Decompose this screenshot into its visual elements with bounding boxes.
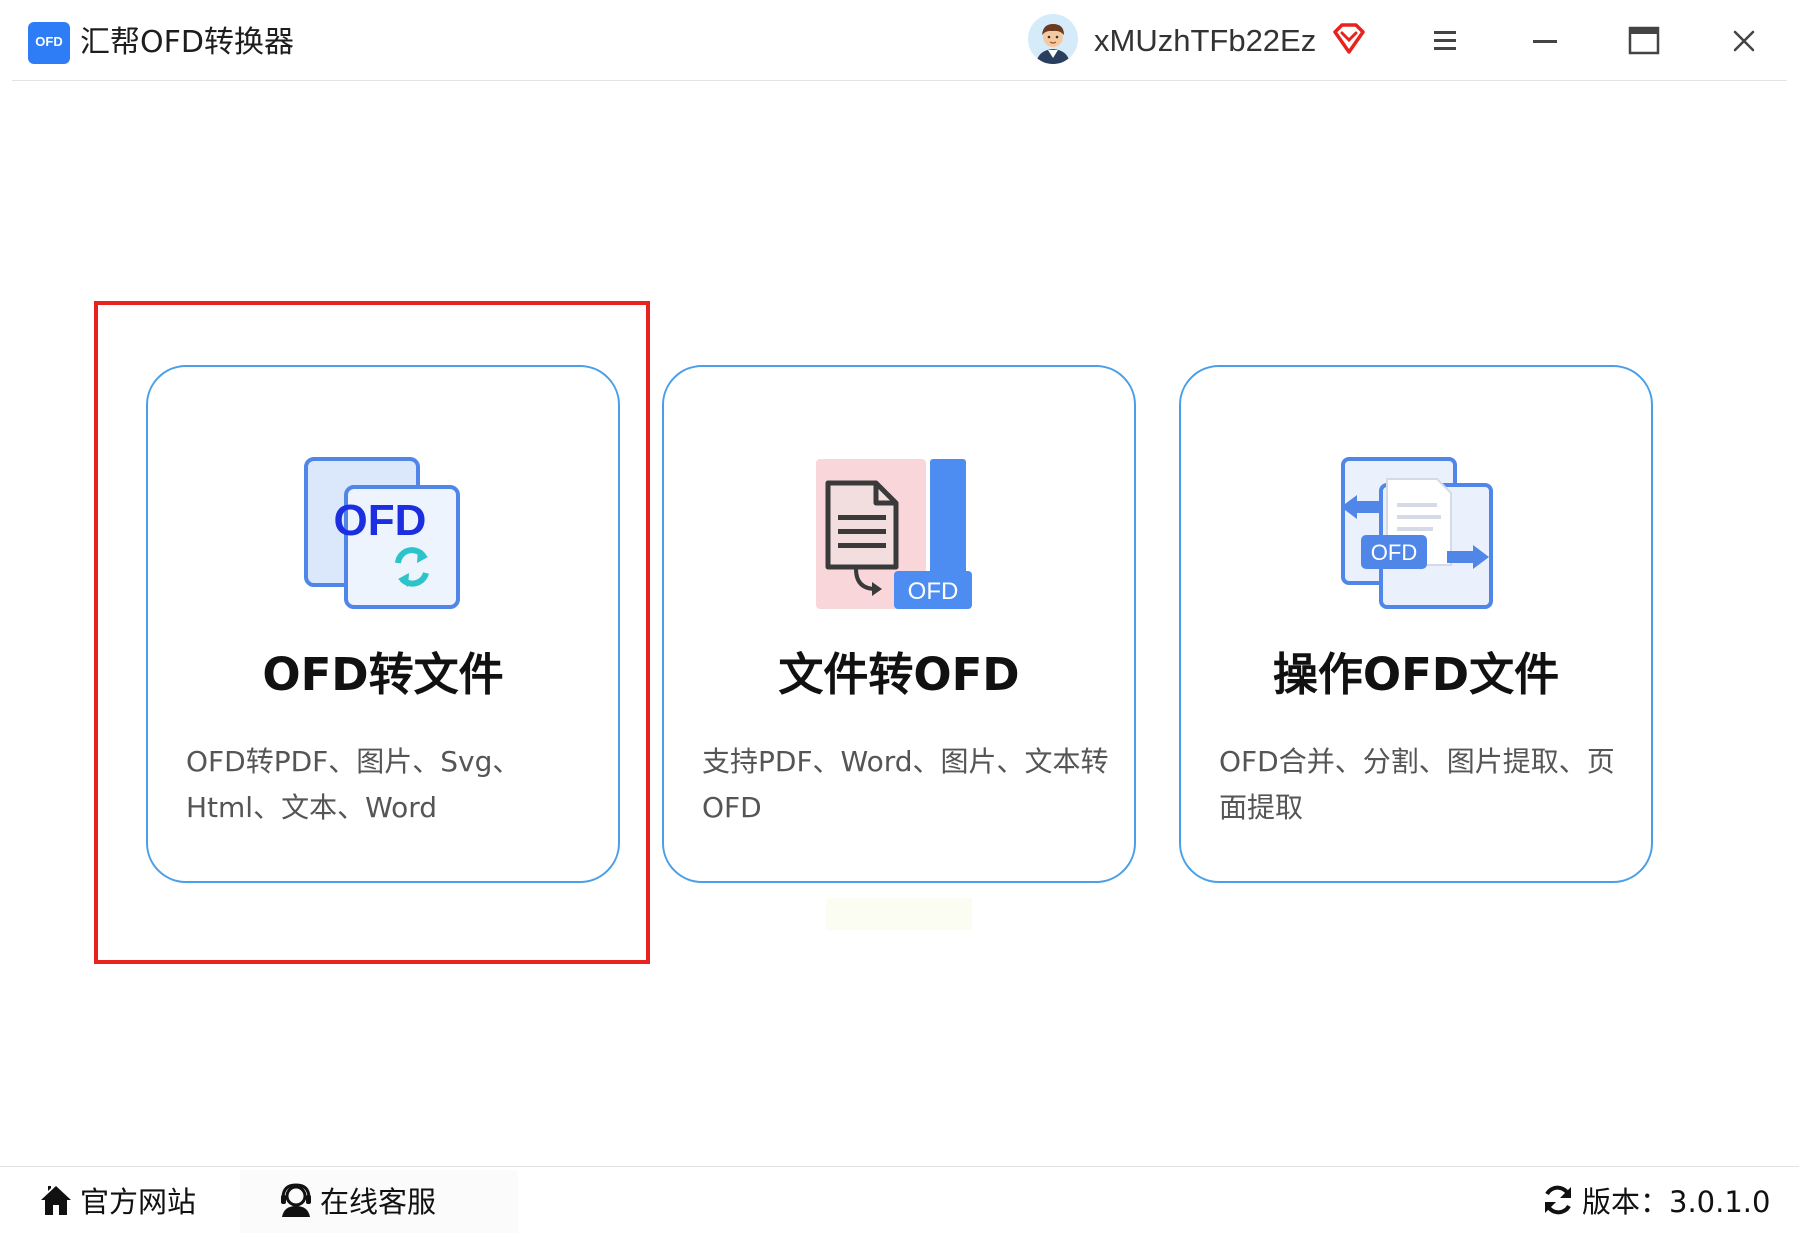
document-to-ofd-icon: OFD xyxy=(814,445,982,613)
minimize-button[interactable] xyxy=(1522,18,1568,64)
username[interactable]: xMUzhTFb22Ez xyxy=(1094,20,1316,62)
svg-text:OFD: OFD xyxy=(1371,540,1417,565)
maximize-icon xyxy=(1628,26,1660,55)
refresh-icon xyxy=(1545,1185,1571,1215)
version-info: 版本：3.0.1.0 xyxy=(1540,1176,1770,1228)
svg-text:OFD: OFD xyxy=(908,578,959,605)
customer-service-icon xyxy=(281,1183,311,1217)
online-service-link[interactable]: 在线客服 xyxy=(278,1176,436,1228)
faint-strip xyxy=(826,898,972,930)
card-ofd-to-file[interactable]: OFD OFD转文件 OFD转PDF、图片、Svg、Html、文本、Word xyxy=(146,365,620,883)
card-title: 文件转OFD xyxy=(778,648,1020,701)
card-description: OFD转PDF、图片、Svg、Html、文本、Word xyxy=(186,745,521,824)
user-avatar[interactable] xyxy=(1028,14,1078,64)
vip-diamond-icon[interactable] xyxy=(1330,20,1368,58)
card-title: 操作OFD文件 xyxy=(1272,648,1560,701)
app-title: 汇帮OFD转换器 xyxy=(80,25,294,60)
card-title: OFD转文件 xyxy=(262,648,504,701)
version-label: 版本：3.0.1.0 xyxy=(1582,1185,1771,1219)
online-service-label: 在线客服 xyxy=(320,1185,437,1219)
menu-button[interactable] xyxy=(1422,18,1468,64)
card-description: OFD合并、分割、图片提取、页面提取 xyxy=(1219,745,1615,824)
ofd-convert-icon: OFD xyxy=(298,445,466,613)
minimize-icon xyxy=(1533,40,1557,43)
svg-text:OFD: OFD xyxy=(334,496,427,545)
bottom-divider xyxy=(0,1166,1799,1167)
card-operate-ofd[interactable]: OFD 操作OFD文件 OFD合并、分割、图片提取、页面提取 xyxy=(1179,365,1653,883)
title-bar: OFD 汇帮OFD转换器 xMUzhTFb22Ez xyxy=(0,0,1799,81)
close-icon xyxy=(1733,30,1755,52)
title-divider xyxy=(12,80,1787,81)
official-website-link[interactable]: 官方网站 xyxy=(38,1176,196,1228)
ofd-operate-icon: OFD xyxy=(1331,445,1499,613)
app-logo: OFD xyxy=(28,22,70,64)
card-file-to-ofd[interactable]: OFD 文件转OFD 支持PDF、Word、图片、文本转OFD xyxy=(662,365,1136,883)
card-description: 支持PDF、Word、图片、文本转OFD xyxy=(702,745,1109,824)
close-button[interactable] xyxy=(1721,18,1767,64)
maximize-button[interactable] xyxy=(1621,18,1667,64)
official-website-label: 官方网站 xyxy=(80,1185,197,1219)
menu-icon xyxy=(1434,31,1456,50)
home-icon xyxy=(41,1186,71,1215)
